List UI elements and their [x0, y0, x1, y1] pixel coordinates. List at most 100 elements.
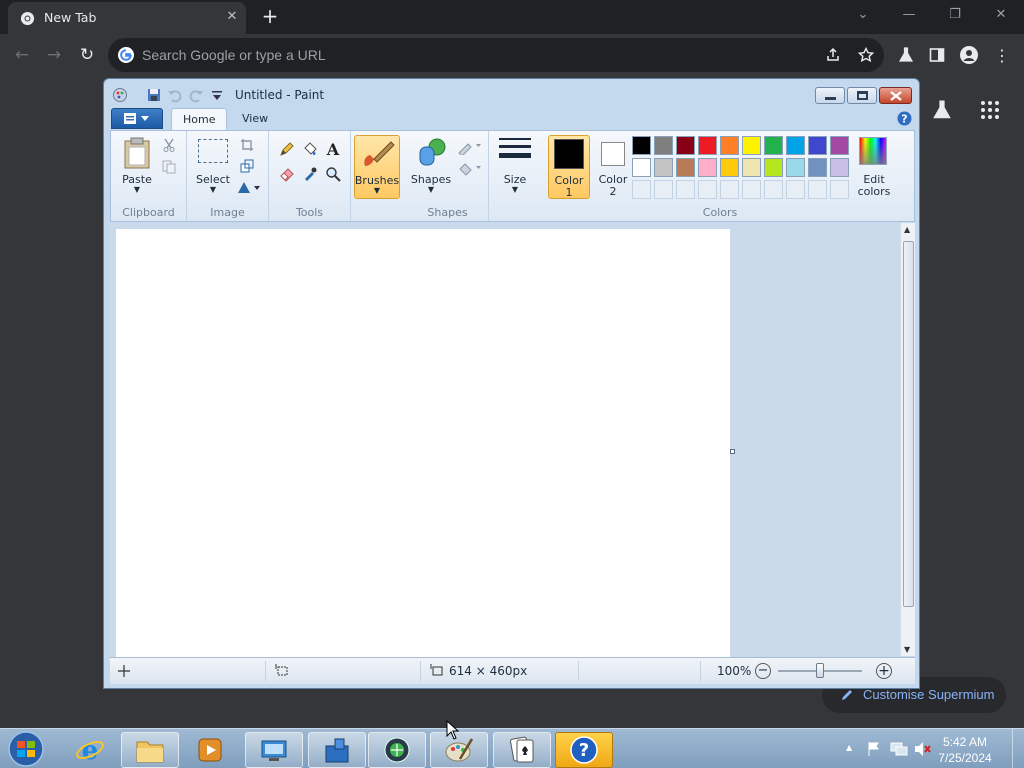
redo-icon[interactable] [188, 87, 204, 103]
fill-icon[interactable] [457, 159, 483, 179]
color-1-button[interactable]: Color 1 [548, 135, 590, 199]
taskbar-media-player[interactable] [181, 732, 239, 768]
profile-avatar-icon[interactable] [958, 44, 980, 66]
palette-empty-slot[interactable] [786, 180, 805, 199]
palette-swatch[interactable] [764, 136, 783, 155]
volume-muted-icon[interactable] [914, 741, 932, 757]
close-tab-icon[interactable]: ✕ [223, 8, 241, 26]
text-tool-icon[interactable]: A [323, 139, 343, 159]
minimize-button[interactable]: — [894, 4, 924, 26]
google-apps-grid-icon[interactable] [978, 98, 1002, 122]
tab-view[interactable]: View [231, 108, 279, 130]
zoom-out-icon[interactable]: − [755, 663, 771, 679]
palette-swatch[interactable] [654, 136, 673, 155]
select-dropdown-icon[interactable]: ▼ [195, 185, 231, 194]
palette-empty-slot[interactable] [764, 180, 783, 199]
taskbar-control-panel[interactable] [245, 732, 303, 768]
scroll-thumb[interactable] [903, 241, 914, 607]
palette-swatch[interactable] [654, 158, 673, 177]
network-icon[interactable] [890, 741, 908, 757]
action-center-flag-icon[interactable] [866, 741, 882, 757]
paint-maximize-button[interactable] [847, 87, 877, 104]
palette-swatch[interactable] [720, 136, 739, 155]
palette-swatch[interactable] [830, 158, 849, 177]
palette-swatch[interactable] [786, 136, 805, 155]
drawing-canvas[interactable] [116, 229, 730, 659]
system-clock[interactable]: 5:42 AM 7/25/2024 [935, 734, 995, 766]
customize-quick-access-icon[interactable] [209, 87, 225, 103]
palette-empty-slot[interactable] [698, 180, 717, 199]
palette-empty-slot[interactable] [808, 180, 827, 199]
forward-button[interactable]: → [43, 44, 65, 66]
taskbar-media-center[interactable] [368, 732, 426, 768]
eraser-tool-icon[interactable] [277, 164, 297, 184]
outline-icon[interactable] [457, 137, 483, 157]
canvas-resize-handle-right[interactable] [730, 449, 735, 454]
palette-swatch[interactable] [676, 136, 695, 155]
taskbar-explorer[interactable] [121, 732, 179, 768]
paint-file-menu-button[interactable] [111, 108, 163, 129]
pencil-tool-icon[interactable] [277, 139, 297, 159]
palette-swatch[interactable] [698, 158, 717, 177]
color-2-button[interactable]: Color 2 [592, 135, 634, 199]
paint-close-button[interactable] [879, 87, 912, 104]
fill-bucket-icon[interactable] [300, 139, 320, 159]
magnifier-icon[interactable] [323, 164, 343, 184]
resize-icon[interactable] [237, 156, 257, 176]
palette-empty-slot[interactable] [830, 180, 849, 199]
paste-dropdown-icon[interactable]: ▼ [119, 185, 155, 194]
zoom-slider-thumb[interactable] [816, 663, 824, 678]
palette-empty-slot[interactable] [742, 180, 761, 199]
copy-icon[interactable] [159, 157, 179, 177]
scroll-up-icon[interactable]: ▲ [904, 225, 910, 234]
reload-button[interactable]: ↻ [76, 44, 98, 66]
close-window-button[interactable]: ✕ [986, 4, 1016, 26]
size-group[interactable]: Size ▼ [489, 131, 541, 221]
select-button[interactable]: Select ▼ [195, 135, 231, 197]
tab-home[interactable]: Home [171, 108, 228, 130]
restore-button[interactable]: ❐ [940, 4, 970, 26]
paste-button[interactable]: Paste ▼ [119, 135, 155, 197]
palette-swatch[interactable] [676, 158, 695, 177]
bookmark-star-icon[interactable] [855, 44, 877, 66]
palette-swatch[interactable] [764, 158, 783, 177]
vertical-scrollbar[interactable]: ▲ ▼ [900, 223, 915, 656]
palette-swatch[interactable] [698, 136, 717, 155]
show-desktop-button[interactable] [1012, 729, 1024, 768]
palette-swatch[interactable] [786, 158, 805, 177]
taskbar-app-blue-box[interactable] [308, 732, 366, 768]
palette-empty-slot[interactable] [720, 180, 739, 199]
new-tab-button[interactable]: + [259, 5, 281, 27]
taskbar-help[interactable]: ? [555, 732, 613, 768]
search-input[interactable] [142, 46, 742, 64]
color-picker-icon[interactable] [300, 164, 320, 184]
crop-icon[interactable] [237, 135, 257, 155]
paint-titlebar[interactable]: Untitled - Paint [104, 79, 919, 110]
palette-swatch[interactable] [808, 136, 827, 155]
taskbar-solitaire[interactable] [493, 732, 551, 768]
cut-icon[interactable] [159, 135, 179, 155]
show-hidden-icons-icon[interactable]: ▲ [846, 743, 852, 752]
scroll-down-icon[interactable]: ▼ [904, 645, 910, 654]
start-button[interactable] [6, 730, 46, 768]
omnibox[interactable] [108, 38, 884, 72]
palette-empty-slot[interactable] [676, 180, 695, 199]
palette-swatch[interactable] [742, 136, 761, 155]
palette-empty-slot[interactable] [654, 180, 673, 199]
palette-swatch[interactable] [720, 158, 739, 177]
paint-minimize-button[interactable] [815, 87, 845, 104]
save-icon[interactable] [146, 87, 162, 103]
palette-swatch[interactable] [808, 158, 827, 177]
share-icon[interactable] [822, 44, 844, 66]
labs-flask-icon[interactable] [895, 44, 917, 66]
help-icon[interactable]: ? [897, 111, 912, 126]
taskbar-internet-explorer[interactable]: e [61, 732, 119, 768]
rotate-icon[interactable] [237, 177, 263, 197]
tab-search-icon[interactable]: ⌄ [848, 4, 878, 26]
tab-new-tab[interactable]: New Tab ✕ [8, 2, 246, 34]
palette-swatch[interactable] [632, 136, 651, 155]
palette-swatch[interactable] [632, 158, 651, 177]
shapes-button[interactable]: Shapes ▼ [411, 135, 451, 197]
labs-flask-icon[interactable] [930, 98, 954, 122]
brushes-button[interactable]: Brushes ▼ [354, 135, 400, 199]
